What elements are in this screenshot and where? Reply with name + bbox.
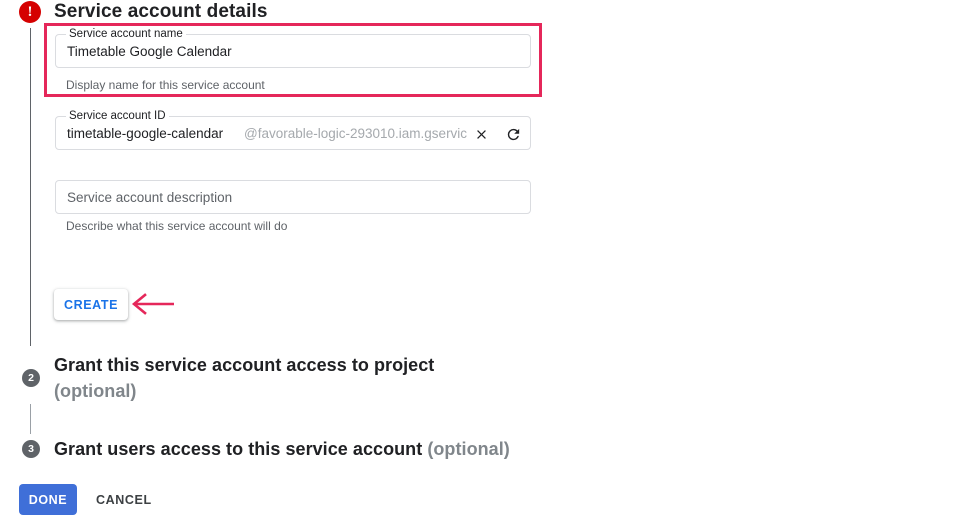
step-2-title: Grant this service account access to pro… [54,352,524,404]
arrow-annotation-icon [131,292,175,316]
service-account-description-helper: Describe what this service account will … [66,219,288,233]
cancel-button[interactable]: CANCEL [96,484,152,515]
service-account-description-placeholder: Service account description [67,190,233,205]
service-account-name-label: Service account name [66,28,186,40]
service-account-description-field[interactable]: Service account description [55,180,531,214]
service-account-id-label: Service account ID [66,110,169,122]
error-exclamation-icon: ! [19,1,41,23]
service-account-id-suffix: @favorable-logic-293010.iam.gservic [244,126,468,141]
stepper-rail [30,28,31,346]
step-2-title-text: Grant this service account access to pro… [54,355,435,375]
service-account-name-helper: Display name for this service account [66,78,265,92]
service-account-id-value: timetable-google-calendar [67,126,224,141]
step-3-optional-label: (optional) [427,439,510,459]
create-button[interactable]: CREATE [54,289,128,320]
refresh-icon[interactable] [500,121,526,147]
done-button[interactable]: DONE [19,484,77,515]
service-account-name-field[interactable]: Service account name Timetable Google Ca… [55,28,531,68]
close-icon[interactable] [468,121,494,147]
step-3-title: Grant users access to this service accou… [54,436,510,462]
step-3-title-text: Grant users access to this service accou… [54,439,423,459]
step-3-number-badge: 3 [22,440,40,458]
stepper-rail-segment [30,404,31,434]
step-2-number-badge: 2 [22,369,40,387]
service-account-name-value: Timetable Google Calendar [67,44,232,59]
service-account-id-field[interactable]: Service account ID timetable-google-cale… [55,110,531,150]
step-2-optional-label: (optional) [54,381,137,401]
page-title: Service account details [54,1,268,22]
